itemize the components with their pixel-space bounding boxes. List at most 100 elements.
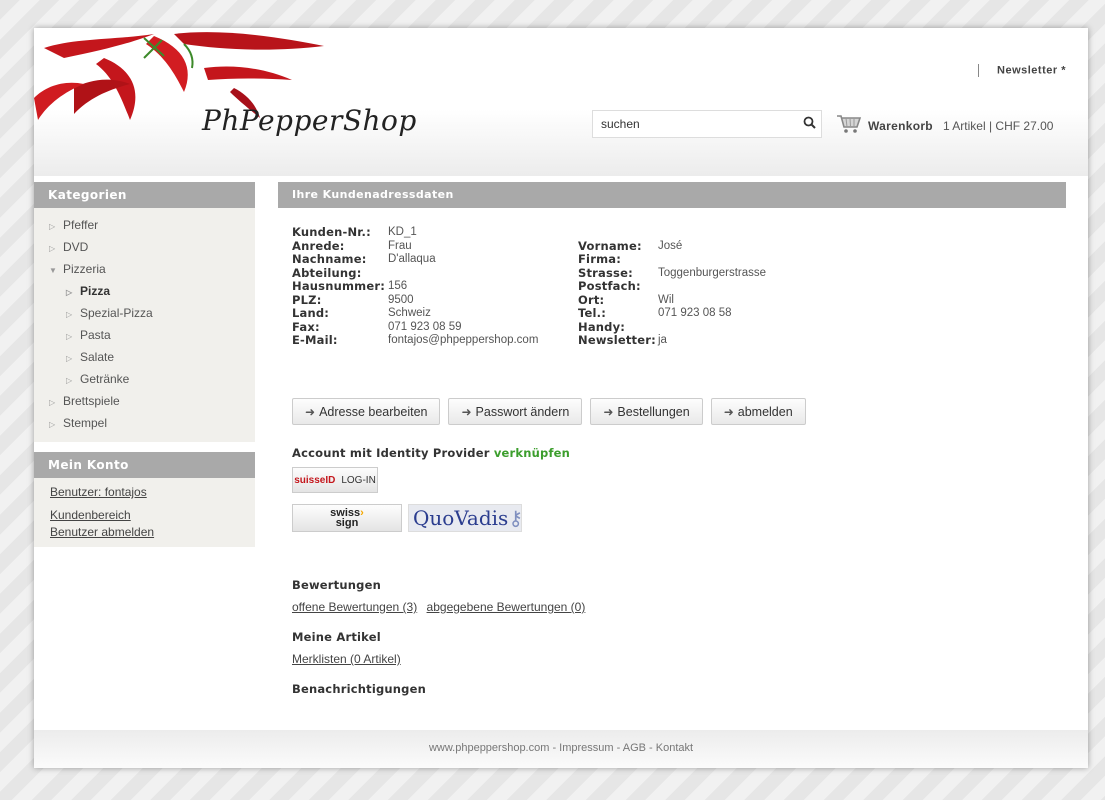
field-row: Nachname: D'allaqua (292, 252, 538, 267)
logout-button[interactable]: ➜ abmelden (710, 398, 806, 425)
button-label: Bestellungen (617, 404, 690, 419)
field-value: 156 (388, 280, 408, 292)
button-label: Passwort ändern (475, 404, 570, 419)
account-links: Benutzer: fontajos Kundenbereich Benutze… (34, 478, 255, 547)
field-label: Land: (292, 306, 330, 320)
swisssign-button[interactable]: swiss› sign (292, 504, 402, 532)
category-pfeffer[interactable]: ▷ Pfeffer (34, 214, 255, 236)
field-label: Handy: (578, 319, 626, 334)
field-label: Ort: (578, 292, 605, 307)
arrow-right-icon: ➜ (723, 404, 734, 419)
field-label: Firma: (578, 252, 622, 266)
swisssign-logo-bottom: sign (335, 517, 359, 529)
category-stempel[interactable]: ▷ Stempel (34, 412, 255, 434)
category-label: Pfeffer (63, 218, 99, 232)
change-password-button[interactable]: ➜ Passwort ändern (448, 398, 583, 425)
arrow-right-icon: ➜ (461, 404, 472, 419)
triangle-right-icon: ▷ (49, 244, 56, 253)
category-spezial-pizza[interactable]: ▷ Spezial-Pizza (34, 302, 255, 324)
category-label: Brettspiele (63, 394, 120, 408)
category-label: Pizza (80, 284, 111, 298)
field-label: Kunden-Nr.: (292, 225, 371, 239)
orders-button[interactable]: ➜ Bestellungen (590, 398, 703, 425)
triangle-right-icon: ▷ (66, 310, 73, 319)
account-user-link[interactable]: Benutzer: fontajos (50, 484, 255, 501)
quovadis-button[interactable]: QuoVadis⚷ (408, 504, 523, 532)
category-pizza[interactable]: ▷ Pizza (34, 280, 255, 302)
triangle-right-icon: ▷ (49, 420, 56, 429)
field-row: Strasse: Toggenburgerstrasse (578, 265, 767, 281)
divider (978, 64, 980, 77)
field-value: 9500 (388, 293, 414, 306)
field-label: Tel.: (578, 306, 607, 320)
category-brettspiele[interactable]: ▷ Brettspiele (34, 390, 255, 412)
ratings-links: offene Bewertungen (3) abgegebene Bewert… (292, 600, 591, 614)
given-ratings-link[interactable]: abgegebene Bewertungen (0) (427, 600, 586, 614)
suisseid-login-button[interactable]: suisseID LOG-IN (292, 467, 378, 493)
identity-provider-heading: Account mit Identity Provider verknüpfen (292, 446, 570, 460)
address-details: Kunden-Nr.: KD_1 Anrede: Frau Nachname: D'a… (278, 225, 1066, 376)
triangle-right-icon: ▷ (49, 398, 56, 407)
category-label: Salate (80, 350, 115, 364)
field-label: Postfach: (578, 279, 641, 293)
field-value: 071 923 08 58 (658, 307, 732, 319)
search-box (592, 110, 822, 138)
header: PhPepperShop Newsletter * Warenkorb (34, 28, 1088, 176)
field-value: Wil (658, 293, 674, 306)
field-row: Abteilung: (292, 266, 538, 281)
ratings-heading: Bewertungen (292, 578, 381, 592)
shop-logo[interactable]: PhPepperShop (202, 104, 417, 137)
field-row: Handy: (578, 319, 766, 335)
field-row: E-Mail: fontajos@phpeppershop.com (292, 333, 539, 348)
search-icon[interactable] (797, 116, 821, 132)
triangle-down-icon: ▼ (49, 266, 57, 275)
key-icon: ⚷ (508, 506, 523, 530)
customer-area-link[interactable]: Kundenbereich (50, 507, 255, 524)
category-pasta[interactable]: ▷ Pasta (34, 324, 255, 346)
field-value: José (658, 239, 683, 252)
field-label: Vorname: (578, 238, 642, 253)
triangle-right-icon: ▷ (66, 354, 73, 363)
edit-address-button[interactable]: ➜ Adresse bearbeiten (292, 398, 441, 425)
top-navigation: Newsletter * (978, 64, 1066, 77)
category-label: Stempel (63, 416, 108, 430)
field-row: Newsletter: ja (578, 333, 766, 348)
address-column-left: Kunden-Nr.: KD_1 Anrede: Frau Nachname: D'a… (292, 225, 539, 348)
user-logout-link[interactable]: Benutzer abmelden (50, 524, 255, 541)
address-column-right: Vorname: José Firma: Strasse: Toggenburger… (578, 238, 767, 348)
field-row: Postfach: (578, 279, 766, 294)
field-label: E-Mail: (292, 333, 338, 347)
watchlist-link[interactable]: Merklisten (0 Artikel) (292, 652, 401, 666)
field-value: Toggenburgerstrasse (658, 266, 767, 279)
field-row: Vorname: José (578, 238, 766, 254)
footer-links[interactable]: www.phpeppershop.com - Impressum - AGB -… (429, 742, 693, 754)
category-salate[interactable]: ▷ Salate (34, 346, 255, 368)
field-label: Anrede: (292, 238, 345, 253)
field-row: Land: Schweiz (292, 306, 538, 321)
field-value: D'allaqua (388, 253, 436, 265)
category-pizzeria[interactable]: ▼ Pizzeria (34, 258, 255, 280)
field-row: Fax: 071 923 08 59 (292, 319, 538, 335)
cart-label[interactable]: Warenkorb (868, 119, 933, 133)
search-input[interactable] (593, 112, 797, 136)
triangle-right-icon: ▷ (49, 222, 56, 231)
category-dvd[interactable]: ▷ DVD (34, 236, 255, 258)
my-articles-links: Merklisten (0 Artikel) (292, 652, 407, 666)
identity-provider-title: Account mit Identity Provider (292, 446, 490, 460)
field-value: Schweiz (388, 307, 431, 319)
footer: www.phpeppershop.com - Impressum - AGB -… (34, 730, 1088, 768)
cart-summary[interactable]: 1 Artikel | CHF 27.00 (943, 119, 1054, 133)
field-label: Strasse: (578, 265, 633, 280)
open-ratings-link[interactable]: offene Bewertungen (3) (292, 600, 417, 614)
field-value: fontajos@phpeppershop.com (388, 334, 539, 346)
category-getraenke[interactable]: ▷ Getränke (34, 368, 255, 390)
link-identity-provider[interactable]: verknüpfen (494, 446, 570, 460)
newsletter-link[interactable]: Newsletter * (997, 64, 1066, 76)
category-list: ▷ Pfeffer ▷ DVD ▼ Pizzeria ▷ Pizza ▷ Spezial-… (34, 208, 255, 442)
arrow-right-icon: ➜ (305, 404, 316, 419)
cart[interactable]: Warenkorb 1 Artikel | CHF 27.00 (836, 114, 1053, 137)
field-label: Fax: (292, 319, 320, 334)
cart-icon[interactable] (836, 114, 862, 137)
field-value: ja (658, 334, 667, 346)
field-row: Hausnummer: 156 (292, 279, 538, 294)
